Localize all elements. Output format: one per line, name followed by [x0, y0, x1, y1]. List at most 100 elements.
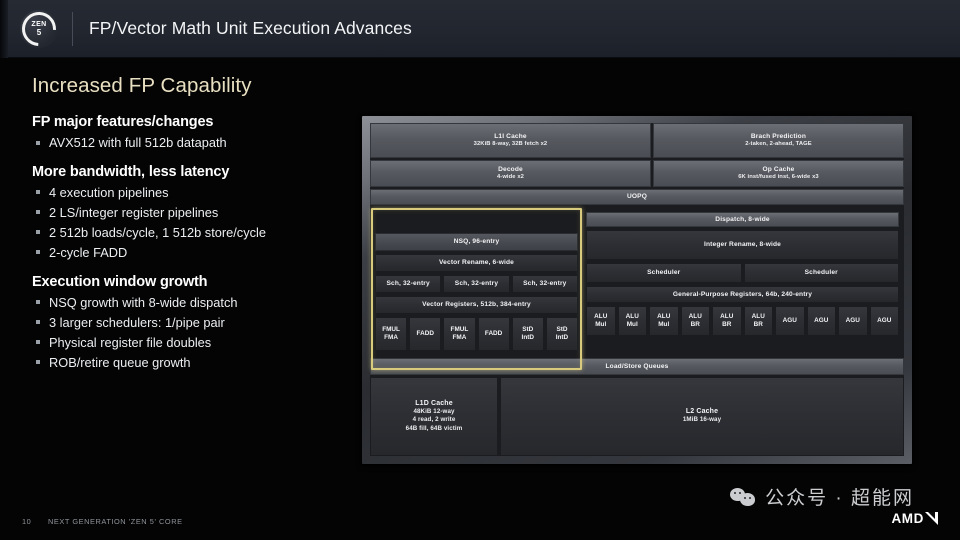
- list-item: Physical register file doubles: [32, 333, 362, 353]
- block-load-store-queues: Load/Store Queues: [370, 358, 904, 375]
- unit-line-1: ALU: [751, 313, 765, 321]
- feature-bullet-list: AVX512 with full 512b datapath: [32, 133, 362, 153]
- block-detail: 2-taken, 2-ahead, TAGE: [745, 140, 812, 147]
- list-item: ROB/retire queue growth: [32, 353, 362, 373]
- unit-line-1: ALU: [625, 313, 639, 321]
- page-number: 10: [22, 517, 32, 526]
- feature-group: Execution window growth NSQ growth with …: [32, 274, 362, 373]
- feature-group: More bandwidth, less latency 4 execution…: [32, 164, 362, 263]
- wechat-dot: [739, 491, 742, 494]
- block-fp-scheduler: Sch, 32-entry: [375, 275, 442, 294]
- execution-engine-region: NSQ, 96-entry Vector Rename, 6-wide Sch,…: [370, 207, 904, 371]
- block-integer-unit: ALU BR: [712, 306, 742, 337]
- block-branch-prediction: Brach Prediction 2-taken, 2-ahead, TAGE: [652, 123, 904, 158]
- feature-group-heading: FP major features/changes: [32, 114, 214, 130]
- cache-row: L1D Cache 48KiB 12-way 4 read, 2 write 6…: [370, 376, 904, 456]
- unit-line-2: BR: [690, 321, 700, 329]
- amd-arrow-icon: [925, 512, 938, 525]
- wechat-icon: [730, 487, 756, 507]
- block-title: UOPQ: [626, 193, 648, 201]
- wechat-dot: [734, 491, 737, 494]
- block-vector-registers: Vector Registers, 512b, 384-entry: [375, 296, 578, 315]
- unit-line-2: FMA: [384, 334, 398, 342]
- block-title: Op Cache: [762, 165, 795, 173]
- block-title: L1D Cache: [415, 399, 453, 407]
- slide-root: ZEN 5 FP/Vector Math Unit Execution Adva…: [0, 0, 960, 540]
- block-uopq: UOPQ: [370, 188, 904, 206]
- unit-line-1: AGU: [782, 317, 797, 325]
- block-integer-rename: Integer Rename, 8-wide: [586, 230, 899, 261]
- unit-line-1: FADD: [416, 330, 434, 338]
- block-detail-line: 1MiB 16-way: [682, 416, 722, 424]
- fp-top-spacer: [375, 212, 578, 230]
- integer-scheduler-row: Scheduler Scheduler: [586, 263, 899, 284]
- block-title: Sch, 32-entry: [523, 280, 567, 288]
- unit-line-2: Mul: [658, 321, 670, 329]
- block-title: Vector Registers, 512b, 384-entry: [422, 301, 531, 309]
- core-block-diagram: L1I Cache 32KiB 8-way, 32B fetch x2 Brac…: [362, 116, 912, 464]
- block-integer-unit: ALU Mul: [617, 306, 647, 337]
- unit-line-2: IntD: [555, 334, 569, 342]
- page-title: FP/Vector Math Unit Execution Advances: [89, 18, 412, 38]
- block-agu-unit: AGU: [775, 306, 805, 337]
- feature-bullet-list: NSQ growth with 8-wide dispatch 3 larger…: [32, 293, 362, 373]
- block-nsq: NSQ, 96-entry: [375, 233, 578, 252]
- zen-logo-text: ZEN 5: [31, 21, 46, 37]
- feature-bullet-list: 4 execution pipelines 2 LS/integer regis…: [32, 183, 362, 263]
- wechat-watermark: 公众号 · 超能网: [730, 483, 914, 510]
- fp-vector-unit-group: NSQ, 96-entry Vector Rename, 6-wide Sch,…: [370, 207, 583, 371]
- unit-line-1: StD: [556, 326, 568, 334]
- list-item: NSQ growth with 8-wide dispatch: [32, 293, 362, 313]
- block-general-purpose-registers: General-Purpose Registers, 64b, 240-entr…: [586, 286, 899, 304]
- block-title: Brach Prediction: [750, 132, 807, 140]
- block-title: Integer Rename, 8-wide: [704, 241, 781, 249]
- unit-line-1: FADD: [484, 330, 503, 338]
- block-fp-scheduler: Sch, 32-entry: [511, 275, 578, 294]
- block-integer-unit: ALU Mul: [586, 306, 616, 337]
- block-title: Sch, 32-entry: [454, 280, 499, 288]
- fp-scheduler-row: Sch, 32-entry Sch, 32-entry Sch, 32-entr…: [375, 275, 578, 294]
- frontend-row-cache-bp: L1I Cache 32KiB 8-way, 32B fetch x2 Brac…: [370, 123, 904, 158]
- unit-line-1: FMUL: [382, 326, 400, 334]
- block-fp-unit: FADD: [409, 317, 442, 352]
- block-l1d-cache: L1D Cache 48KiB 12-way 4 read, 2 write 6…: [370, 376, 498, 456]
- block-title: L1I Cache: [494, 132, 527, 140]
- amd-wordmark: AMD: [891, 511, 924, 526]
- header-divider: [72, 11, 73, 46]
- unit-line-1: AGU: [814, 317, 829, 325]
- amd-logo: AMD: [891, 511, 938, 526]
- unit-line-2: BR: [722, 321, 732, 329]
- block-integer-unit: ALU BR: [743, 306, 773, 337]
- block-fp-unit: StD IntD: [545, 317, 579, 352]
- zen-logo-icon: ZEN 5: [14, 4, 64, 53]
- integer-unit-group: Dispatch, 8-wide Integer Rename, 8-wide …: [583, 207, 904, 356]
- header-left-accent: [0, 0, 8, 58]
- unit-line-1: ALU: [657, 313, 671, 321]
- block-detail-line: 64B fill, 64B victim: [405, 424, 463, 432]
- block-detail-line: 4 read, 2 write: [412, 416, 456, 424]
- unit-line-1: ALU: [594, 313, 608, 321]
- block-op-cache: Op Cache 6K inst/fused inst, 6-wide x3: [652, 159, 904, 187]
- unit-line-1: FMUL: [450, 326, 469, 334]
- unit-line-1: AGU: [845, 317, 860, 325]
- block-title: Scheduler: [804, 269, 838, 277]
- feature-group-heading: More bandwidth, less latency: [32, 163, 230, 180]
- block-agu-unit: AGU: [838, 306, 868, 337]
- block-fp-unit: FMUL FMA: [375, 317, 408, 352]
- content-left-column: Increased FP Capability FP major feature…: [32, 74, 362, 384]
- list-item: 2-cycle FADD: [32, 243, 362, 263]
- unit-line-2: Mul: [626, 321, 638, 329]
- feature-group: FP major features/changes AVX512 with fu…: [32, 114, 362, 153]
- block-integer-unit: ALU Mul: [649, 306, 679, 337]
- list-item: AVX512 with full 512b datapath: [32, 133, 362, 153]
- zen-logo-word: ZEN: [31, 20, 47, 28]
- unit-line-1: StD: [522, 326, 534, 334]
- block-title: General-Purpose Registers, 64b, 240-entr…: [672, 290, 813, 298]
- wechat-dot: [744, 496, 747, 499]
- unit-line-1: ALU: [688, 313, 702, 321]
- block-vector-rename: Vector Rename, 6-wide: [375, 254, 578, 273]
- block-title: Decode: [498, 165, 523, 173]
- list-item: 4 execution pipelines: [32, 183, 362, 203]
- feature-group-heading: Execution window growth: [32, 273, 208, 290]
- block-integer-scheduler: Scheduler: [586, 263, 742, 284]
